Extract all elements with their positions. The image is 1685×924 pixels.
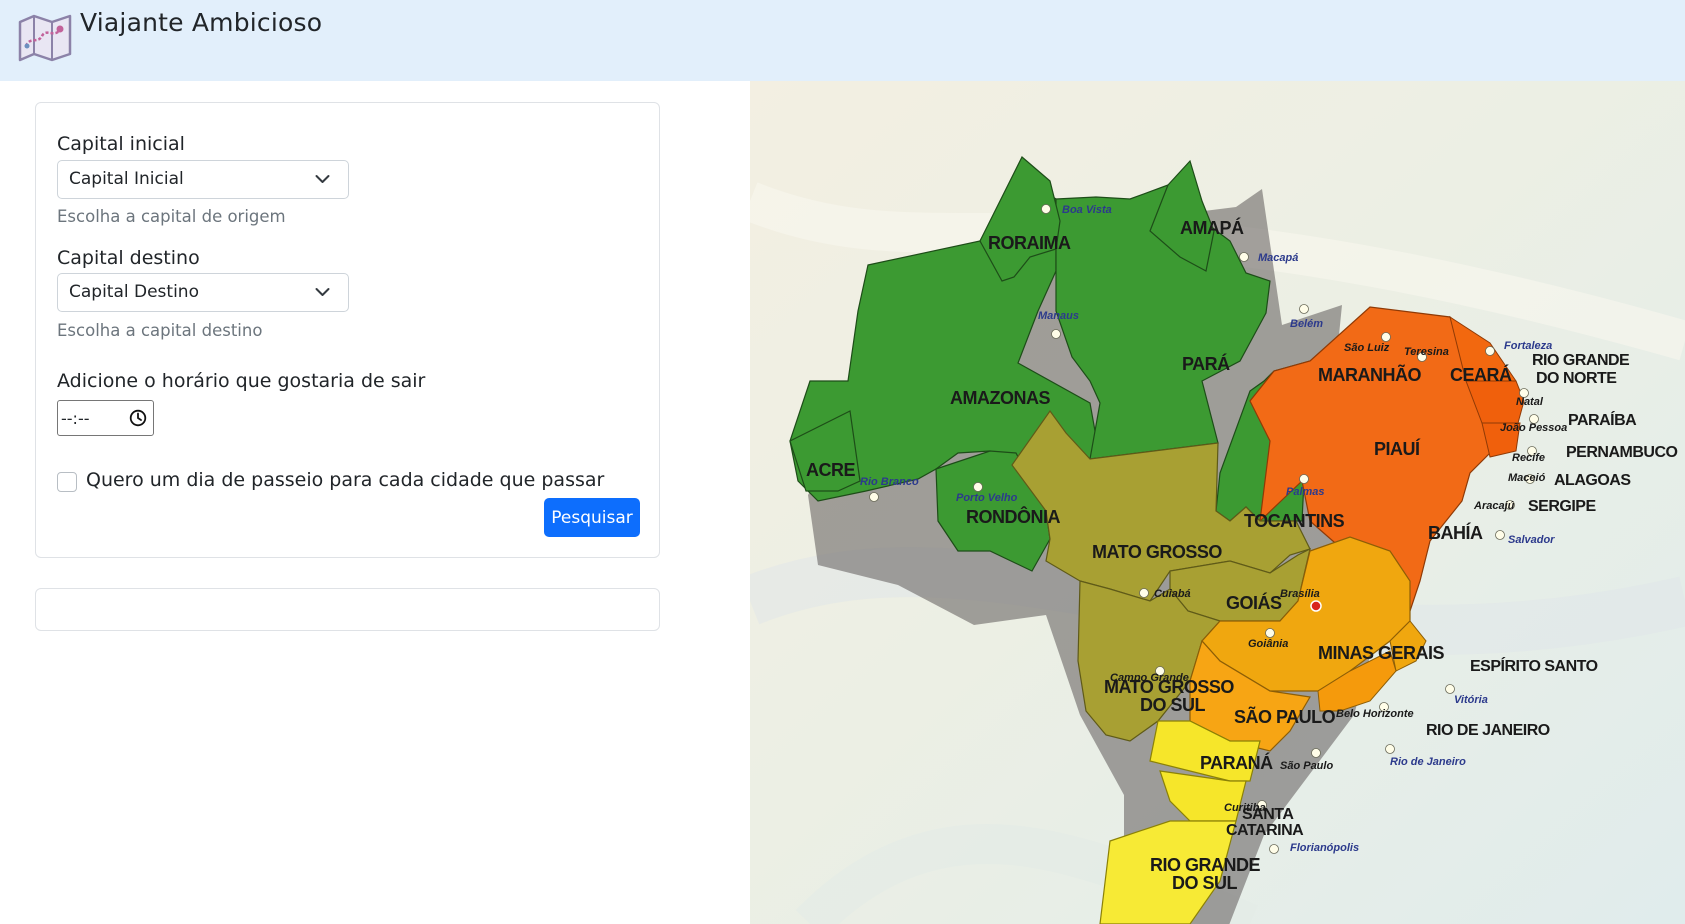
capital-label-sao-luiz: São Luiz [1344, 342, 1390, 354]
state-label-maranhao: MARANHÃO [1318, 364, 1421, 385]
capital-label-fortaleza: Fortaleza [1504, 340, 1552, 352]
time-label: Adicione o horário que gostaria de sair [57, 370, 426, 392]
capital-label-goiania: Goiânia [1248, 638, 1288, 650]
capital-label-florianopolis: Florianópolis [1290, 842, 1359, 854]
capital-label-macapa: Macapá [1258, 252, 1298, 264]
state-label-acre: ACRE [806, 460, 855, 480]
app-title[interactable]: Viajante Ambicioso [80, 8, 322, 37]
state-label-bahia: BAHÍA [1428, 522, 1483, 543]
capital-label-natal: Natal [1516, 396, 1544, 408]
state-label-ms-2: DO SUL [1140, 695, 1206, 715]
capital-label-palmas: Palmas [1286, 486, 1325, 498]
capital-label-joao-pessoa: João Pessoa [1500, 422, 1567, 434]
state-label-rn-2: DO NORTE [1536, 370, 1617, 387]
destination-label: Capital destino [57, 247, 200, 269]
navbar: Viajante Ambicioso [0, 0, 1685, 81]
capital-label-teresina: Teresina [1404, 346, 1449, 358]
state-label-para: PARÁ [1182, 353, 1230, 374]
search-button[interactable]: Pesquisar [544, 498, 640, 537]
capital-label-cuiaba: Cuiabá [1154, 588, 1191, 600]
results-card [35, 588, 660, 631]
chevron-down-icon [315, 288, 330, 296]
capital-label-sao-paulo: São Paulo [1280, 760, 1333, 772]
destination-select[interactable]: Capital Destino [57, 273, 349, 312]
state-label-minas-gerais: MINAS GERAIS [1318, 643, 1445, 663]
state-label-rondonia: RONDÔNIA [966, 506, 1060, 527]
origin-select[interactable]: Capital Inicial [57, 160, 349, 199]
capital-label-belo-horizonte: Belo Horizonte [1336, 708, 1414, 720]
capital-label-rio-branco: Rio Branco [860, 476, 919, 488]
capital-label-recife: Recife [1512, 452, 1545, 464]
sightseeing-day-label[interactable]: Quero um dia de passeio para cada cidade… [86, 469, 604, 491]
capital-label-maceio: Maceió [1508, 472, 1546, 484]
state-label-alagoas: ALAGOAS [1554, 472, 1631, 489]
state-label-pernambuco: PERNAMBUCO [1566, 444, 1678, 461]
origin-label: Capital inicial [57, 133, 185, 155]
capital-label-manaus: Manaus [1038, 310, 1079, 322]
capital-label-porto-velho: Porto Velho [956, 492, 1018, 504]
state-label-sergipe: SERGIPE [1528, 498, 1596, 515]
destination-help-text: Escolha a capital destino [57, 321, 263, 340]
chevron-down-icon [315, 175, 330, 183]
capital-label-curitiba: Curitiba [1224, 802, 1266, 814]
state-label-ceara: CEARÁ [1450, 364, 1512, 385]
capital-label-rio-de-janeiro: Rio de Janeiro [1390, 756, 1466, 768]
state-label-rs-1: RIO GRANDE [1150, 855, 1260, 875]
map-logo-icon[interactable] [18, 14, 72, 62]
departure-time-input[interactable]: --:-- [57, 400, 154, 436]
capital-label-campo-grande: Campo Grande [1110, 672, 1189, 684]
origin-select-value: Capital Inicial [69, 169, 184, 189]
destination-select-value: Capital Destino [69, 282, 199, 302]
brazil-map-image: RORAIMA AMAPÁ AMAZONAS PARÁ ACRE RONDÔNI… [750, 81, 1685, 924]
state-label-amazonas: AMAZONAS [950, 388, 1050, 408]
state-label-paraiba: PARAÍBA [1568, 410, 1637, 429]
state-label-amapa: AMAPÁ [1180, 217, 1244, 238]
clock-icon[interactable] [129, 409, 147, 427]
state-label-parana: PARANÁ [1200, 752, 1273, 773]
state-label-piaui: PIAUÍ [1374, 438, 1421, 459]
state-label-rs-2: DO SUL [1172, 873, 1238, 893]
state-label-rio-de-janeiro: RIO DE JANEIRO [1426, 722, 1550, 739]
state-label-sc-2: CATARINA [1226, 822, 1304, 839]
state-label-tocantins: TOCANTINS [1244, 511, 1345, 531]
state-label-goias: GOIÁS [1226, 592, 1282, 613]
state-label-roraima: RORAIMA [988, 233, 1071, 253]
state-label-mato-grosso: MATO GROSSO [1092, 542, 1222, 562]
time-value: --:-- [61, 409, 90, 428]
capital-label-brasilia: Brasília [1280, 588, 1320, 600]
capital-label-boa-vista: Boa Vista [1062, 204, 1112, 216]
state-label-espirito-santo: ESPÍRITO SANTO [1470, 656, 1598, 675]
capital-label-salvador: Salvador [1508, 534, 1555, 546]
capital-label-vitoria: Vitória [1454, 694, 1488, 706]
state-label-rn-1: RIO GRANDE [1532, 352, 1630, 369]
capital-label-belem: Belém [1290, 318, 1323, 330]
sightseeing-day-checkbox[interactable] [57, 472, 77, 492]
capital-label-aracaju: Aracajú [1473, 500, 1515, 512]
search-form-card: Capital inicial Capital Inicial Escolha … [35, 102, 660, 558]
origin-help-text: Escolha a capital de origem [57, 207, 286, 226]
state-label-sao-paulo: SÃO PAULO [1234, 706, 1336, 727]
